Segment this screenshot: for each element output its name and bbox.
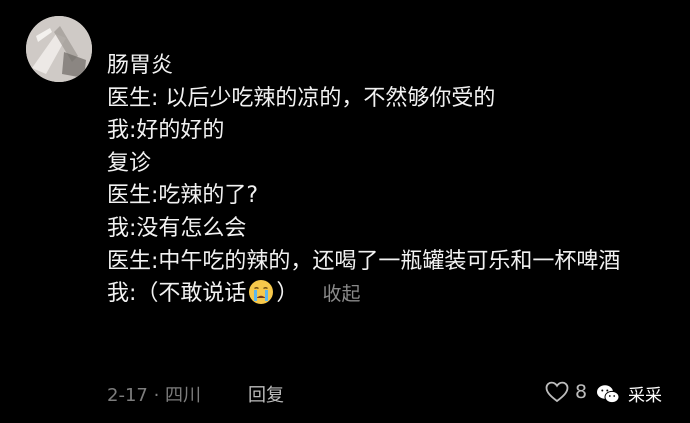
watermark-label: 采采: [628, 386, 662, 406]
comment-line-me-3: 我:（不敢说话 ） 收起: [107, 278, 667, 311]
heart-outline-icon: [545, 381, 569, 403]
watermark: 采采: [596, 381, 662, 406]
comment-line-doctor-2: 医生:吃辣的了?: [107, 183, 259, 209]
comment-line-me-1: 我:好的好的: [107, 118, 225, 144]
comment-line-me-3-close: ）: [276, 281, 299, 307]
comment-item: 肠胃炎 医生: 以后少吃辣的凉的，不然够你受的 我:好的好的 复诊 医生:吃辣的…: [0, 0, 690, 423]
comment-line-doctor-3: 医生:中午吃的辣的，还喝了一瓶罐装可乐和一杯啤酒: [107, 248, 621, 274]
collapse-button[interactable]: 收起: [322, 283, 360, 305]
avatar[interactable]: [26, 16, 92, 82]
crying-face-emoji-icon: [249, 280, 274, 305]
avatar-photo: [26, 16, 92, 82]
comment-line-me-3-text: 我:（不敢说话: [107, 281, 247, 307]
comment-line-title: 肠胃炎: [107, 53, 174, 78]
wechat-logo-icon: [597, 384, 620, 403]
comment-line-doctor-1: 医生: 以后少吃辣的凉的，不然够你受的: [107, 85, 496, 111]
reply-button[interactable]: 回复: [248, 381, 284, 407]
like-button[interactable]: 8: [545, 381, 587, 403]
like-count: 8: [575, 381, 588, 403]
comment-line-followup: 复诊: [107, 150, 152, 176]
comment-line-me-2: 我:没有怎么会: [107, 215, 247, 241]
comment-body: 肠胃炎 医生: 以后少吃辣的凉的，不然够你受的 我:好的好的 复诊 医生:吃辣的…: [107, 50, 667, 311]
comment-date-location: 2-17 · 四川: [107, 385, 202, 406]
